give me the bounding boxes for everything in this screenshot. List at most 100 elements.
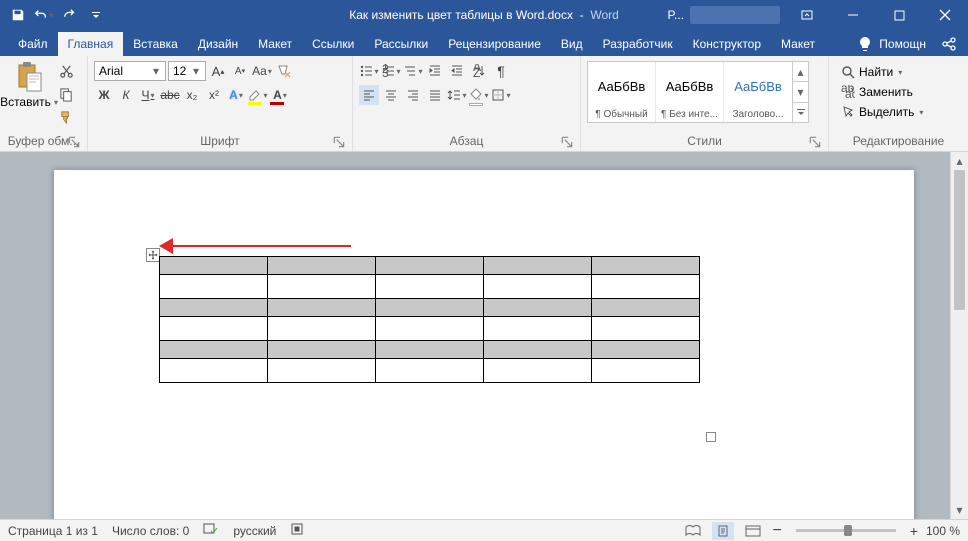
multilevel-list-button[interactable]: ▾ [403, 61, 423, 81]
save-button[interactable] [6, 3, 30, 27]
scroll-down-button[interactable]: ▾ [951, 501, 968, 519]
tab-mailings[interactable]: Рассылки [364, 32, 438, 56]
document-table[interactable] [159, 256, 700, 383]
highlight-button[interactable]: ▾ [248, 85, 268, 105]
copy-button[interactable] [56, 84, 76, 104]
line-spacing-button[interactable]: ▾ [447, 85, 467, 105]
clear-formatting-button[interactable] [274, 61, 294, 81]
align-center-button[interactable] [381, 85, 401, 105]
justify-button[interactable] [425, 85, 445, 105]
tell-me[interactable]: Помощн [877, 32, 936, 56]
align-left-button[interactable] [359, 85, 379, 105]
page[interactable] [54, 170, 914, 519]
document-name: Как изменить цвет таблицы в Word.docx [349, 8, 573, 22]
numbering-button[interactable]: 123▾ [381, 61, 401, 81]
tab-table-layout[interactable]: Макет [771, 32, 825, 56]
tab-view[interactable]: Вид [551, 32, 593, 56]
cut-button[interactable] [56, 61, 76, 81]
read-mode-button[interactable] [682, 522, 704, 540]
tab-table-design[interactable]: Конструктор [683, 32, 771, 56]
zoom-thumb[interactable] [844, 525, 852, 536]
account-area[interactable]: P... [668, 6, 780, 24]
underline-button[interactable]: Ч▾ [138, 85, 158, 105]
style-heading1[interactable]: АаБбВвЗаголово... [724, 62, 792, 122]
format-painter-button[interactable] [56, 107, 76, 127]
undo-button[interactable]: ▾ [32, 3, 56, 27]
qat-customize-button[interactable] [84, 3, 108, 27]
scroll-thumb[interactable] [954, 170, 965, 310]
text-effects-button[interactable]: A▾ [226, 85, 246, 105]
align-right-button[interactable] [403, 85, 423, 105]
font-color-button[interactable]: A▾ [270, 85, 290, 105]
word-count[interactable]: Число слов: 0 [112, 524, 189, 538]
font-name-combo[interactable]: Arial▾ [94, 61, 166, 81]
sort-button[interactable]: AZ [469, 61, 489, 81]
redo-button[interactable] [58, 3, 82, 27]
web-layout-button[interactable] [742, 522, 764, 540]
close-button[interactable] [922, 0, 968, 30]
titlebar: ▾ Как изменить цвет таблицы в Word.docx … [0, 0, 968, 30]
zoom-out-button[interactable]: − [772, 522, 781, 540]
superscript-button[interactable]: x² [204, 85, 224, 105]
table-move-handle[interactable] [146, 248, 160, 262]
tab-home[interactable]: Главная [58, 32, 124, 56]
scroll-up-button[interactable]: ▴ [951, 152, 968, 170]
tab-file[interactable]: Файл [8, 32, 58, 56]
increase-indent-button[interactable] [447, 61, 467, 81]
print-layout-button[interactable] [712, 522, 734, 540]
editing-label: Редактирование [853, 134, 944, 148]
page-number[interactable]: Страница 1 из 1 [8, 524, 98, 538]
table-row [160, 341, 700, 359]
paragraph-dialog-launcher[interactable] [560, 135, 574, 149]
clipboard-dialog-launcher[interactable] [67, 135, 81, 149]
tab-developer[interactable]: Разработчик [593, 32, 683, 56]
font-dialog-launcher[interactable] [332, 135, 346, 149]
share-button[interactable] [940, 35, 958, 53]
svg-text:3: 3 [382, 66, 389, 78]
svg-text:1: 1 [382, 64, 389, 72]
tab-review[interactable]: Рецензирование [438, 32, 551, 56]
language[interactable]: русский [233, 524, 276, 538]
spellcheck-icon[interactable] [203, 522, 219, 539]
tab-references[interactable]: Ссылки [302, 32, 364, 56]
zoom-level[interactable]: 100 % [926, 524, 960, 538]
ribbon-display-options-button[interactable] [784, 0, 830, 30]
table-resize-handle[interactable] [706, 432, 716, 442]
tab-design[interactable]: Дизайн [188, 32, 248, 56]
gallery-more-button[interactable] [793, 103, 808, 122]
styles-dialog-launcher[interactable] [808, 135, 822, 149]
minimize-button[interactable] [830, 0, 876, 30]
zoom-slider[interactable] [796, 529, 896, 532]
change-case-button[interactable]: Aa▾ [252, 61, 272, 81]
tab-layout[interactable]: Макет [248, 32, 302, 56]
replace-button[interactable]: abacЗаменить [839, 83, 925, 101]
gallery-down-button[interactable]: ▾ [793, 82, 808, 102]
style-no-spacing[interactable]: АаБбВв¶ Без инте... [656, 62, 724, 122]
find-button[interactable]: Найти▾ [839, 63, 925, 81]
paste-button[interactable]: Вставить▾ [4, 59, 54, 111]
maximize-button[interactable] [876, 0, 922, 30]
show-hide-button[interactable]: ¶ [491, 61, 511, 81]
grow-font-button[interactable]: A▴ [208, 61, 228, 81]
gallery-up-button[interactable]: ▴ [793, 62, 808, 82]
vertical-scrollbar[interactable]: ▴ ▾ [950, 152, 968, 519]
bullets-button[interactable]: ▾ [359, 61, 379, 81]
shrink-font-button[interactable]: A▾ [230, 61, 250, 81]
window-title: Как изменить цвет таблицы в Word.docx - … [349, 8, 619, 22]
tab-insert[interactable]: Вставка [123, 32, 188, 56]
select-button[interactable]: Выделить▾ [839, 103, 925, 121]
font-name-value: Arial [99, 64, 123, 78]
styles-gallery[interactable]: АаБбВв¶ Обычный АаБбВв¶ Без инте... АаБб… [587, 61, 809, 123]
italic-button[interactable]: К [116, 85, 136, 105]
borders-button[interactable]: ▾ [491, 85, 511, 105]
zoom-in-button[interactable]: + [910, 523, 918, 539]
strikethrough-button[interactable]: abc [160, 85, 180, 105]
shading-button[interactable]: ▾ [469, 85, 489, 105]
subscript-button[interactable]: x₂ [182, 85, 202, 105]
svg-text:ac: ac [845, 87, 855, 99]
style-normal[interactable]: АаБбВв¶ Обычный [588, 62, 656, 122]
decrease-indent-button[interactable] [425, 61, 445, 81]
macro-icon[interactable] [290, 522, 304, 539]
bold-button[interactable]: Ж [94, 85, 114, 105]
font-size-combo[interactable]: 12▾ [168, 61, 206, 81]
